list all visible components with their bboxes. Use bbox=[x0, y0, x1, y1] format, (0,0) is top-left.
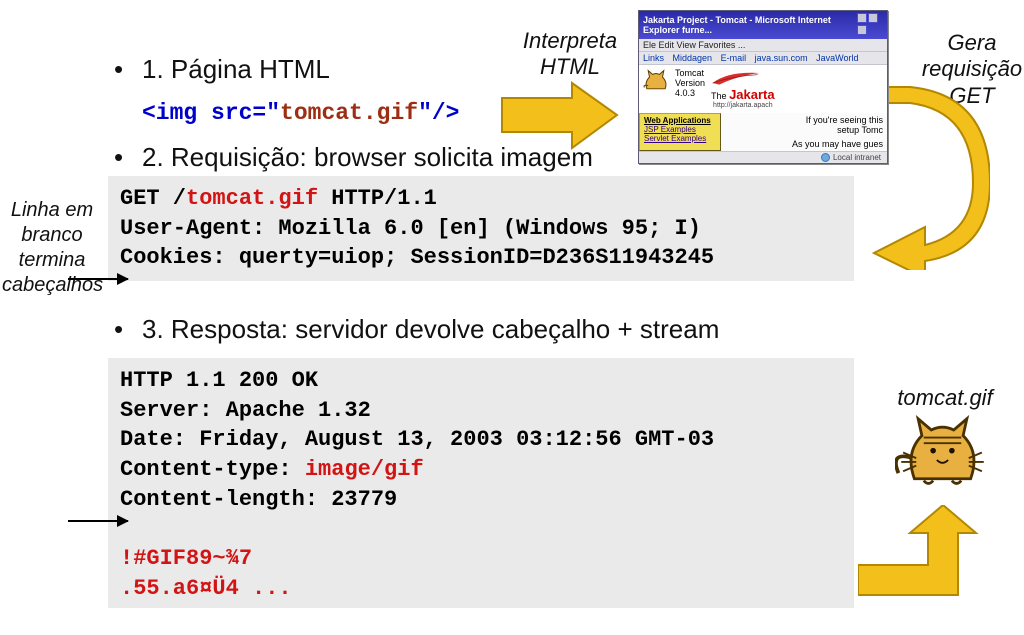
req-l1a: GET / bbox=[120, 186, 186, 211]
code-close: "/> bbox=[418, 100, 459, 126]
res-l1: HTTP 1.1 200 OK bbox=[120, 368, 318, 393]
webapps-header: Web Applications bbox=[644, 116, 716, 125]
res-l5: Content-length: 23779 bbox=[120, 487, 397, 512]
globe-icon bbox=[821, 153, 830, 162]
res-l2: Server: Apache 1.32 bbox=[120, 398, 371, 423]
status-text: Local intranet bbox=[833, 153, 881, 162]
tomcat-image-icon bbox=[895, 415, 990, 490]
arrow-up-elbow-icon bbox=[858, 505, 988, 600]
browser-title-text: Jakarta Project - Tomcat - Microsoft Int… bbox=[643, 15, 856, 35]
link-0: Middagen bbox=[673, 53, 713, 63]
bullet-3: 3. Resposta: servidor devolve cabeçalho … bbox=[142, 314, 719, 345]
label-interpret-1: Interpreta bbox=[510, 28, 630, 54]
res-l4b: image/gif bbox=[305, 457, 424, 482]
jakarta-brand: The Jakarta http://jakarta.apach bbox=[711, 69, 775, 109]
side-label-a: Linha em bbox=[2, 198, 102, 223]
label-tomcat-gif: tomcat.gif bbox=[895, 385, 995, 411]
req-l1c: HTTP/1.1 bbox=[318, 186, 437, 211]
arrow-interpret-icon bbox=[497, 78, 622, 152]
seeing-text: If you're seeing this bbox=[725, 115, 883, 125]
bullet-1: 1. Página HTML bbox=[142, 54, 330, 85]
tomcat-version-block: Tomcat Version 4.0.3 bbox=[675, 69, 705, 109]
arrow-to-request-blank bbox=[68, 278, 128, 280]
brand-jakarta: Jakarta bbox=[729, 87, 775, 102]
webapps-link-1: Servlet Examples bbox=[644, 134, 716, 143]
res-l4a: Content-type: bbox=[120, 457, 305, 482]
code-open: <img src=" bbox=[142, 100, 280, 126]
side-label-c: termina bbox=[2, 248, 102, 273]
label-interpret-2: HTML bbox=[510, 54, 630, 80]
browser-midrow: Web Applications JSP Examples Servlet Ex… bbox=[639, 113, 887, 151]
version-number: 4.0.3 bbox=[675, 89, 705, 99]
label-interpret-html: Interpreta HTML bbox=[510, 28, 630, 81]
res-l3: Date: Friday, August 13, 2003 03:12:56 G… bbox=[120, 427, 714, 452]
webapps-link-0: JSP Examples bbox=[644, 125, 716, 134]
code-file: tomcat.gif bbox=[280, 100, 418, 126]
arrow-to-response-blank bbox=[68, 520, 128, 522]
code-img-tag: <img src="tomcat.gif"/> bbox=[142, 100, 459, 126]
browser-statusbar: Local intranet bbox=[639, 151, 887, 163]
res-l7: !#GIF89~¾7 bbox=[120, 546, 252, 571]
browser-menubar: Ele Edit View Favorites ... bbox=[639, 39, 887, 52]
side-label-b: branco bbox=[2, 223, 102, 248]
req-l2: User-Agent: Mozilla 6.0 [en] (Windows 95… bbox=[120, 216, 701, 241]
http-request-box: GET /tomcat.gif HTTP/1.1 User-Agent: Moz… bbox=[108, 176, 854, 281]
brand-the: The bbox=[711, 91, 727, 101]
browser-content-top: Tomcat Version 4.0.3 The Jakarta http://… bbox=[639, 65, 887, 113]
http-response-box: HTTP 1.1 200 OK Server: Apache 1.32 Date… bbox=[108, 358, 854, 608]
link-3: JavaWorld bbox=[816, 53, 858, 63]
link-1: E-mail bbox=[721, 53, 747, 63]
setup-text: setup Tomc bbox=[725, 125, 883, 135]
arrow-curve-get-icon bbox=[870, 85, 990, 270]
browser-titlebar: Jakarta Project - Tomcat - Microsoft Int… bbox=[639, 11, 887, 39]
res-l8: .55.a6¤Ü4 ... bbox=[120, 576, 292, 601]
browser-window: Jakarta Project - Tomcat - Microsoft Int… bbox=[638, 10, 888, 164]
feather-icon bbox=[711, 69, 761, 87]
label-gen2: requisição bbox=[917, 56, 1024, 82]
brand-url: http://jakarta.apach bbox=[711, 102, 775, 109]
req-l3: Cookies: querty=uiop; SessionID=D236S119… bbox=[120, 245, 714, 270]
mayhave-text: As you may have gues bbox=[725, 139, 883, 149]
tomcat-mini-icon bbox=[643, 69, 669, 109]
label-gen1: Gera bbox=[917, 30, 1024, 56]
links-label: Links bbox=[643, 53, 664, 63]
link-2: java.sun.com bbox=[755, 53, 808, 63]
browser-linkbar: Links Middagen E-mail java.sun.com JavaW… bbox=[639, 52, 887, 65]
browser-right-msg: If you're seeing this setup Tomc As you … bbox=[721, 113, 887, 151]
side-label-d: cabeçalhos bbox=[2, 273, 102, 298]
req-l1b: tomcat.gif bbox=[186, 186, 318, 211]
window-buttons bbox=[856, 13, 883, 37]
side-label-blank-line: Linha em branco termina cabeçalhos bbox=[2, 198, 102, 298]
webapps-panel: Web Applications JSP Examples Servlet Ex… bbox=[639, 113, 721, 151]
